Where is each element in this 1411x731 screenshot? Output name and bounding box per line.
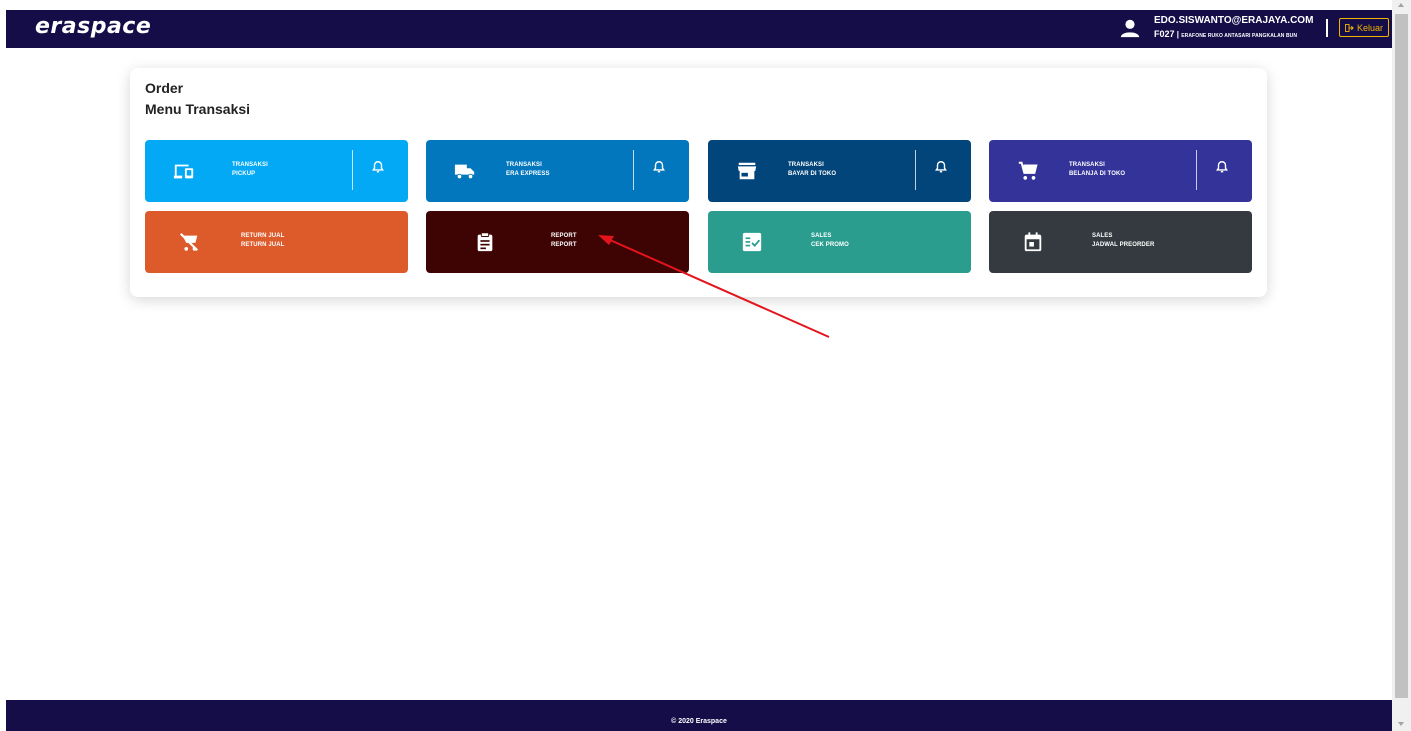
user-email: EDO.SISWANTO@ERAJAYA.COM bbox=[1154, 15, 1314, 26]
devices-icon bbox=[173, 160, 195, 182]
tile-title: REPORT bbox=[551, 242, 577, 248]
menu-tile-return-jual[interactable]: RETURN JUAL RETURN JUAL bbox=[145, 211, 408, 273]
store-id: F027 bbox=[1154, 29, 1175, 39]
tile-title: BAYAR DI TOKO bbox=[788, 171, 837, 177]
tile-title: PICKUP bbox=[232, 171, 256, 177]
tile-label: TRANSAKSI BAYAR DI TOKO bbox=[788, 161, 836, 179]
store-info: F027 | ERAFONE RUKO ANTASARI PANGKALAN B… bbox=[1154, 28, 1313, 42]
bell-icon[interactable] bbox=[1215, 160, 1229, 176]
truck-icon bbox=[454, 160, 476, 182]
tile-category: TRANSAKSI bbox=[788, 162, 824, 168]
logout-label: Keluar bbox=[1357, 22, 1384, 33]
bell-icon[interactable] bbox=[934, 160, 948, 176]
tile-label: REPORT REPORT bbox=[551, 232, 577, 250]
clipboard-icon bbox=[474, 231, 496, 253]
menu-tile-pickup[interactable]: TRANSAKSI PICKUP bbox=[145, 140, 408, 202]
tile-category: SALES bbox=[811, 233, 832, 239]
tile-title: RETURN JUAL bbox=[241, 242, 285, 248]
checklist-icon bbox=[741, 231, 763, 253]
store-icon bbox=[736, 160, 758, 182]
menu-tile-cek-promo[interactable]: SALES CEK PROMO bbox=[708, 211, 971, 273]
scroll-up-icon[interactable] bbox=[1398, 3, 1404, 7]
tile-label: TRANSAKSI PICKUP bbox=[232, 161, 268, 179]
scrollbar-thumb[interactable] bbox=[1395, 14, 1408, 698]
menu-card: Order Menu Transaksi TRANSAKSI PICKUP TRAN… bbox=[130, 68, 1267, 297]
tile-divider bbox=[352, 150, 353, 190]
tile-label: SALES JADWAL PREORDER bbox=[1092, 232, 1154, 250]
scrollbar[interactable] bbox=[1392, 0, 1411, 731]
menu-tile-jadwal-preorder[interactable]: SALES JADWAL PREORDER bbox=[989, 211, 1252, 273]
tile-category: RETURN JUAL bbox=[241, 233, 285, 239]
scroll-down-icon[interactable] bbox=[1398, 722, 1404, 726]
tile-label: TRANSAKSI ERA EXPRESS bbox=[506, 161, 550, 179]
store-name: ERAFONE RUKO ANTASARI PANGKALAN BUN bbox=[1181, 33, 1298, 39]
cart-icon bbox=[1017, 160, 1039, 182]
menu-tile-belanja-di-toko[interactable]: TRANSAKSI BELANJA DI TOKO bbox=[989, 140, 1252, 202]
tile-title: JADWAL PREORDER bbox=[1092, 242, 1155, 248]
tile-category: REPORT bbox=[551, 233, 577, 239]
copyright-text: © 2020 Eraspace bbox=[671, 718, 727, 725]
tile-divider bbox=[633, 150, 634, 190]
tile-category: TRANSAKSI bbox=[506, 162, 542, 168]
tile-divider bbox=[915, 150, 916, 190]
tile-title: CEK PROMO bbox=[811, 242, 849, 248]
bell-icon[interactable] bbox=[652, 160, 666, 176]
bell-icon[interactable] bbox=[371, 160, 385, 176]
footer: © 2020 Eraspace bbox=[6, 700, 1392, 731]
user-icon bbox=[1120, 19, 1140, 38]
tile-category: TRANSAKSI bbox=[232, 162, 268, 168]
menu-tile-bayar-di-toko[interactable]: TRANSAKSI BAYAR DI TOKO bbox=[708, 140, 971, 202]
tile-title: ERA EXPRESS bbox=[506, 171, 550, 177]
remove-cart-icon bbox=[178, 231, 200, 253]
menu-tile-report[interactable]: REPORT REPORT bbox=[426, 211, 689, 273]
header-divider bbox=[1326, 19, 1328, 37]
calendar-icon bbox=[1022, 231, 1044, 253]
tile-category: SALES bbox=[1092, 233, 1113, 239]
tile-label: TRANSAKSI BELANJA DI TOKO bbox=[1069, 161, 1125, 179]
tile-category: TRANSAKSI bbox=[1069, 162, 1105, 168]
tile-divider bbox=[1196, 150, 1197, 190]
tile-label: RETURN JUAL RETURN JUAL bbox=[241, 232, 284, 250]
user-info: EDO.SISWANTO@ERAJAYA.COM F027 | ERAFONE … bbox=[1154, 15, 1313, 42]
eraspace-logo[interactable]: eraspace bbox=[35, 14, 151, 39]
page-title: Order bbox=[145, 80, 184, 96]
top-navbar: eraspace EDO.SISWANTO@ERAJAYA.COM F027 |… bbox=[6, 10, 1392, 48]
logout-button[interactable]: Keluar bbox=[1339, 18, 1390, 37]
section-title: Menu Transaksi bbox=[145, 101, 251, 117]
sign-out-icon bbox=[1345, 23, 1354, 32]
tile-title: BELANJA DI TOKO bbox=[1069, 171, 1126, 177]
tile-label: SALES CEK PROMO bbox=[811, 232, 849, 250]
menu-tile-era-express[interactable]: TRANSAKSI ERA EXPRESS bbox=[426, 140, 689, 202]
